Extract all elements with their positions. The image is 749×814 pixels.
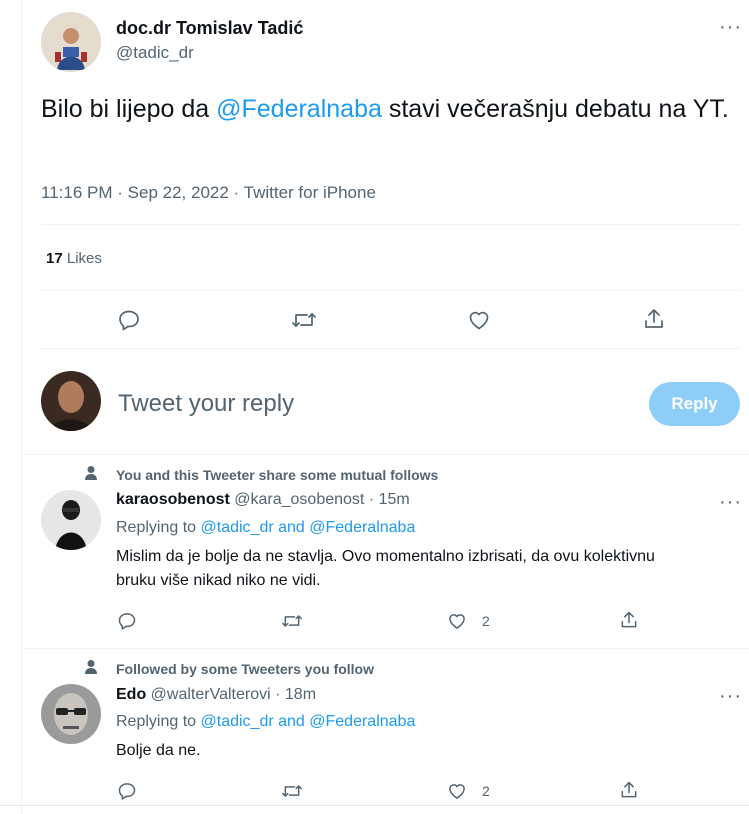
reply-header: karaosobenost @kara_osobenost · 15m [116,491,410,509]
reply-text: Bolje da ne. [116,742,201,759]
reply-icon[interactable] [117,308,141,332]
reply-avatar[interactable] [41,684,101,744]
reply-time[interactable]: 18m [285,686,316,703]
reply-author-handle[interactable]: @kara_osobenost [234,491,364,508]
meta-separator: · [368,491,375,508]
social-context[interactable]: Followed by some Tweeters you follow [116,661,374,677]
timeline-border [21,0,22,814]
reply-author-name[interactable]: karaosobenost [116,491,230,508]
current-user-avatar[interactable] [41,371,101,431]
reply-author-name[interactable]: Edo [116,686,146,703]
reply-time[interactable]: 15m [379,491,410,508]
replying-to-link[interactable]: @tadic_dr and @Federalnaba [201,519,416,536]
meta-separator: · [117,183,123,202]
person-icon [84,465,98,486]
replying-to-link[interactable]: @tadic_dr and @Federalnaba [201,713,416,730]
retweet-icon[interactable] [281,611,303,631]
share-icon[interactable] [619,780,639,800]
mention-link[interactable]: @Federalnaba [216,95,382,123]
reply-icon[interactable] [117,781,137,801]
tweet-meta: 11:16 PM · Sep 22, 2022 · Twitter for iP… [41,183,376,203]
more-icon[interactable]: ··· [719,492,742,512]
reply-icon[interactable] [117,611,137,631]
share-icon[interactable] [619,610,639,630]
tweet-source[interactable]: Twitter for iPhone [244,183,376,202]
like-icon[interactable] [447,611,467,631]
person-icon [84,659,98,680]
replying-to: Replying to @tadic_dr and @Federalnaba [116,519,415,537]
likes-label: Likes [66,250,102,267]
retweet-icon[interactable] [291,308,317,332]
like-icon[interactable] [467,308,491,332]
tweet-text: Bilo bi lijepo da @Federalnaba stavi več… [41,91,741,127]
more-icon[interactable]: ··· [719,17,742,37]
divider [41,348,741,349]
tweet-date[interactable]: Sep 22, 2022 [128,183,229,202]
retweet-icon[interactable] [281,781,303,801]
divider [41,224,741,225]
likes-count: 17 [46,250,63,267]
bottom-divider [0,805,749,806]
tweet-time[interactable]: 11:16 PM [41,183,113,202]
like-icon[interactable] [447,781,467,801]
replying-to: Replying to @tadic_dr and @Federalnaba [116,713,415,731]
author-avatar[interactable] [41,12,101,72]
author-handle[interactable]: @tadic_dr [116,43,194,63]
divider [21,648,749,649]
reply-text: Mislim da je bolje da ne stavlja. Ovo mo… [116,548,655,589]
replying-prefix: Replying to [116,519,201,536]
share-icon[interactable] [642,307,666,331]
divider [21,454,749,455]
tweet-text-end: stavi večerašnju debatu na YT. [381,95,729,123]
author-name[interactable]: doc.dr Tomislav Tadić [116,18,303,39]
reply-avatar[interactable] [41,490,101,550]
meta-separator: · [233,183,240,202]
more-icon[interactable]: ··· [719,686,742,706]
reply-header: Edo @walterValterovi · 18m [116,686,316,704]
reply-button[interactable]: Reply [649,382,740,426]
reply-author-handle[interactable]: @walterValterovi [151,686,271,703]
like-count: 2 [482,783,490,799]
divider [41,290,741,291]
like-count: 2 [482,613,490,629]
meta-separator: · [275,686,281,703]
social-context[interactable]: You and this Tweeter share some mutual f… [116,467,438,483]
tweet-text-start: Bilo bi lijepo da [41,95,217,123]
replying-prefix: Replying to [116,713,201,730]
reply-input[interactable]: Tweet your reply [118,390,294,418]
likes-stat[interactable]: 17 Likes [46,250,102,267]
